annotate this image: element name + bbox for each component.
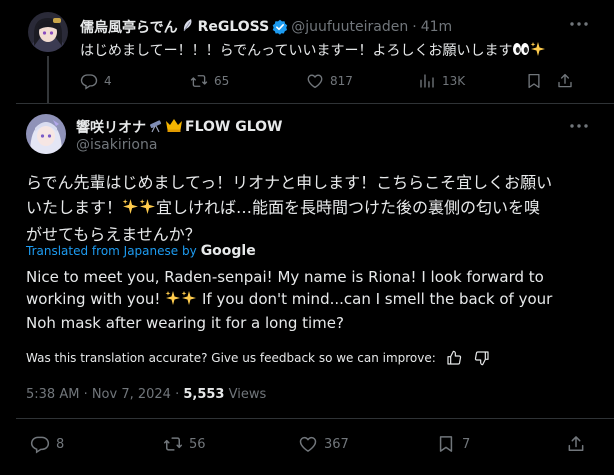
sparkles-icon	[181, 290, 197, 312]
parent-group-name: ReGLOSS	[197, 19, 270, 35]
main-text-line-2: いたします！ 宜しければ…能面を長時間つけた後の裏側の匂いを嗅	[26, 195, 596, 222]
thread-line	[47, 56, 49, 103]
parent-views-button[interactable]: 13K	[418, 72, 465, 90]
bookmark-icon	[528, 73, 540, 89]
parent-post[interactable]: 儒烏風亭らでん ReGLOSS @juufuuteiraden · 41m はじ…	[0, 0, 614, 103]
parent-share-button[interactable]	[556, 72, 580, 90]
translation-text: Nice to meet you, Raden-senpai! My name …	[26, 266, 596, 334]
main-reply-button[interactable]: 8	[30, 434, 64, 454]
main-reply-count: 8	[56, 436, 65, 452]
more-icon[interactable]	[567, 14, 591, 34]
repost-icon	[163, 437, 183, 451]
google-logo: Google	[200, 243, 256, 259]
main-repost-button[interactable]: 56	[163, 434, 206, 454]
divider	[16, 418, 614, 419]
reply-icon	[30, 436, 50, 454]
repost-icon	[190, 75, 208, 87]
translation-line-2b: If you don't mind...can I smell the back…	[202, 290, 553, 308]
thumbs-up-icon[interactable]	[446, 350, 462, 366]
translation-line-2: working with you! If you don't mind...ca…	[26, 288, 596, 312]
sparkles-icon	[530, 41, 546, 61]
sparkles-icon	[139, 197, 156, 222]
main-like-button[interactable]: 367	[298, 434, 349, 454]
translation-line-3: Noh mask after wearing it for a long tim…	[26, 314, 344, 332]
main-name-row: 響咲リオナ FLOW GLOW	[76, 117, 282, 137]
main-share-button[interactable]	[566, 434, 592, 454]
views-icon	[420, 74, 434, 88]
telescope-emoji-icon	[148, 117, 164, 137]
thumbs-down-icon[interactable]	[474, 350, 490, 366]
translation-line-2a: working with you!	[26, 290, 161, 308]
main-group-name: FLOW GLOW	[185, 119, 283, 135]
parent-handle[interactable]: @juufuuteiraden	[291, 19, 408, 35]
feather-emoji-icon	[180, 17, 196, 37]
main-handle[interactable]: @isakiriona	[76, 137, 157, 153]
parent-repost-button[interactable]: 65	[190, 72, 229, 90]
separator-dot: ·	[412, 19, 417, 35]
main-text-line-1: らでん先輩はじめましてっ！リオナと申します！こちらこそ宜しくお願い	[26, 173, 553, 192]
views-count: 5,553	[183, 387, 225, 402]
eyes-icon	[512, 41, 530, 61]
parent-post-body: はじめましてー！！！らでんっていいますー！よろしくお願いします	[80, 43, 513, 59]
sparkles-icon	[122, 197, 139, 222]
views-label: Views	[224, 387, 267, 402]
parent-repost-count: 65	[214, 74, 230, 88]
post-timestamp[interactable]: 5:38 AM · Nov 7, 2024 ·	[26, 387, 183, 402]
main-display-name[interactable]: 響咲リオナ	[76, 117, 146, 137]
main-post-text: らでん先輩はじめましてっ！リオナと申します！こちらこそ宜しくお願い いたします！…	[26, 170, 596, 247]
post-metadata: 5:38 AM · Nov 7, 2024 · 5,553 Views	[26, 387, 266, 402]
main-text-line-2a: いたします！	[26, 198, 123, 217]
like-icon	[299, 436, 317, 452]
reply-icon	[80, 74, 98, 90]
translation-line-1: Nice to meet you, Raden-senpai! My name …	[26, 268, 544, 286]
translation-feedback: Was this translation accurate? Give us f…	[26, 350, 490, 366]
main-text-line-2b: 宜しければ…能面を長時間つけた後の裏側の匂いを嗅	[156, 198, 541, 217]
parent-avatar[interactable]	[28, 12, 68, 52]
parent-reply-button[interactable]: 4	[80, 72, 112, 90]
parent-bookmark-button[interactable]	[525, 72, 549, 90]
main-bookmark-button[interactable]: 7	[436, 434, 470, 454]
translated-from-label: Translated from Japanese by	[26, 244, 197, 258]
main-repost-count: 56	[189, 436, 206, 452]
parent-views-count: 13K	[442, 74, 466, 88]
parent-display-name[interactable]: 儒烏風亭らでん	[80, 17, 178, 37]
crown-icon	[165, 117, 183, 137]
parent-reply-count: 4	[104, 74, 112, 88]
more-icon[interactable]	[567, 116, 591, 136]
sparkles-icon	[165, 290, 181, 312]
parent-post-text: はじめましてー！！！らでんっていいますー！よろしくお願いします	[80, 40, 546, 61]
parent-name-row: 儒烏風亭らでん ReGLOSS @juufuuteiraden · 41m	[80, 17, 452, 37]
parent-like-button[interactable]: 817	[306, 72, 353, 90]
share-icon	[558, 73, 572, 88]
bookmark-icon	[439, 436, 453, 452]
main-avatar[interactable]	[26, 114, 66, 154]
verified-badge-icon	[272, 19, 288, 35]
translation-attribution[interactable]: Translated from Japanese by Google	[26, 243, 256, 259]
share-icon	[568, 436, 584, 451]
main-like-count: 367	[324, 436, 349, 452]
feedback-prompt: Was this translation accurate? Give us f…	[26, 351, 436, 365]
like-icon	[307, 74, 323, 89]
divider	[16, 103, 614, 104]
parent-time[interactable]: 41m	[421, 19, 452, 35]
parent-like-count: 817	[330, 74, 353, 88]
main-bookmark-count: 7	[462, 436, 471, 452]
